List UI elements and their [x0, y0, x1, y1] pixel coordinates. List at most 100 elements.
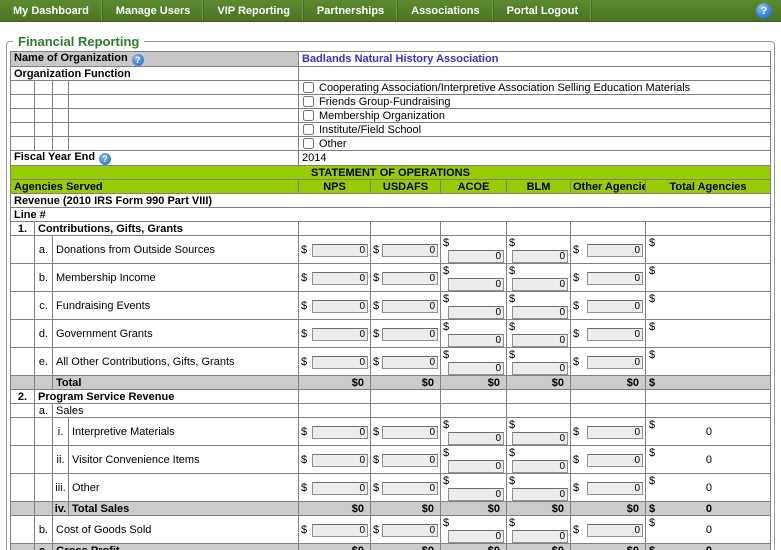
- function-checkbox[interactable]: [303, 138, 314, 149]
- amount-input[interactable]: [312, 482, 368, 495]
- org-name-help-icon[interactable]: ?: [132, 54, 144, 66]
- grid-cell: [11, 123, 35, 137]
- amount-input[interactable]: [382, 524, 438, 537]
- row-total-cell: $0: [646, 474, 771, 502]
- nav-item-manage-users[interactable]: Manage Users: [103, 0, 205, 21]
- amount-input[interactable]: [448, 488, 504, 501]
- amount-input[interactable]: [312, 454, 368, 467]
- amount-input[interactable]: [382, 454, 438, 467]
- total-amount: $0: [507, 544, 571, 550]
- currency-symbol: $: [649, 321, 655, 333]
- line-letter: a.: [35, 404, 53, 418]
- amount-input[interactable]: [448, 362, 504, 375]
- currency-symbol: $: [573, 355, 579, 368]
- amount-input[interactable]: [382, 328, 438, 341]
- nav-item-my-dashboard[interactable]: My Dashboard: [0, 0, 103, 21]
- amount-input[interactable]: [587, 300, 643, 313]
- amount-input[interactable]: [382, 426, 438, 439]
- fiscal-year-value: 2014: [299, 151, 771, 166]
- amount-input[interactable]: [512, 250, 568, 263]
- amount-input[interactable]: [587, 524, 643, 537]
- amount-input[interactable]: [312, 244, 368, 257]
- nav-item-partnerships[interactable]: Partnerships: [304, 0, 398, 21]
- amount-input[interactable]: [587, 454, 643, 467]
- amount-input[interactable]: [448, 334, 504, 347]
- panel-title: Financial Reporting: [13, 34, 144, 49]
- currency-symbol: $: [649, 447, 655, 459]
- total-amount: $0: [507, 376, 571, 390]
- amount-input[interactable]: [312, 328, 368, 341]
- row-label: Sales: [53, 404, 299, 418]
- amount-input[interactable]: [448, 250, 504, 263]
- nav-item-associations[interactable]: Associations: [398, 0, 493, 21]
- amount-input[interactable]: [312, 272, 368, 285]
- amount-input[interactable]: [382, 482, 438, 495]
- row-label: Program Service Revenue: [35, 390, 299, 404]
- amount-input[interactable]: [312, 426, 368, 439]
- currency-symbol: $: [443, 236, 449, 249]
- amount-input[interactable]: [512, 334, 568, 347]
- amount-input[interactable]: [512, 530, 568, 543]
- currency-symbol: $: [649, 545, 655, 550]
- line-roman: ii.: [53, 446, 69, 474]
- amount-input[interactable]: [312, 300, 368, 313]
- currency-symbol: $: [301, 425, 307, 438]
- amount-cell: $: [571, 516, 646, 544]
- amount-input[interactable]: [512, 362, 568, 375]
- portal-help-icon[interactable]: ?: [756, 3, 772, 19]
- amount-input[interactable]: [587, 426, 643, 439]
- function-checkbox[interactable]: [303, 124, 314, 135]
- amount-input[interactable]: [448, 460, 504, 473]
- row-total-value: 0: [706, 524, 712, 536]
- total-amount: $0: [571, 544, 646, 550]
- amount-cell: $: [371, 348, 441, 376]
- function-checkbox[interactable]: [303, 110, 314, 121]
- amount-input[interactable]: [312, 356, 368, 369]
- amount-input[interactable]: [587, 356, 643, 369]
- currency-symbol: $: [509, 320, 515, 333]
- amount-input[interactable]: [512, 278, 568, 291]
- grid-cell: [11, 320, 35, 348]
- amount-input[interactable]: [312, 524, 368, 537]
- amount-cell: $: [507, 418, 571, 446]
- amount-input[interactable]: [512, 432, 568, 445]
- amount-input[interactable]: [512, 460, 568, 473]
- grid-cell: [371, 404, 441, 418]
- amount-input[interactable]: [382, 272, 438, 285]
- statement-row: 2.Program Service Revenue: [11, 390, 771, 404]
- nav-item-vip-reporting[interactable]: VIP Reporting: [204, 0, 304, 21]
- amount-cell: $: [371, 236, 441, 264]
- amount-cell: $: [507, 320, 571, 348]
- amount-input[interactable]: [512, 306, 568, 319]
- statement-row: b.Cost of Goods Sold$$$$$$0: [11, 516, 771, 544]
- grid-cell: [69, 95, 299, 109]
- amount-cell: $: [371, 516, 441, 544]
- amount-input[interactable]: [512, 488, 568, 501]
- amount-input[interactable]: [448, 530, 504, 543]
- amount-input[interactable]: [587, 272, 643, 285]
- function-checkbox[interactable]: [303, 96, 314, 107]
- function-option-label: Institute/Field School: [319, 124, 421, 136]
- nav-item-portal-logout[interactable]: Portal Logout: [494, 0, 593, 21]
- amount-input[interactable]: [448, 306, 504, 319]
- line-number: 2.: [11, 390, 35, 404]
- grid-cell: [646, 390, 771, 404]
- currency-symbol: $: [443, 320, 449, 333]
- line-letter: e.: [35, 348, 53, 376]
- grid-cell: [11, 81, 35, 95]
- amount-input[interactable]: [587, 328, 643, 341]
- amount-input[interactable]: [382, 244, 438, 257]
- amount-input[interactable]: [382, 300, 438, 313]
- amount-input[interactable]: [448, 278, 504, 291]
- function-checkbox[interactable]: [303, 82, 314, 93]
- grid-cell: [35, 109, 53, 123]
- fiscal-year-help-icon[interactable]: ?: [99, 153, 111, 165]
- line-letter: c.: [35, 544, 53, 550]
- amount-input[interactable]: [587, 482, 643, 495]
- statement-row: ii.Visitor Convenience Items$$$$$$0: [11, 446, 771, 474]
- amount-input[interactable]: [382, 356, 438, 369]
- amount-cell: $: [571, 236, 646, 264]
- amount-input[interactable]: [448, 432, 504, 445]
- amount-input[interactable]: [587, 244, 643, 257]
- currency-symbol: $: [301, 299, 307, 312]
